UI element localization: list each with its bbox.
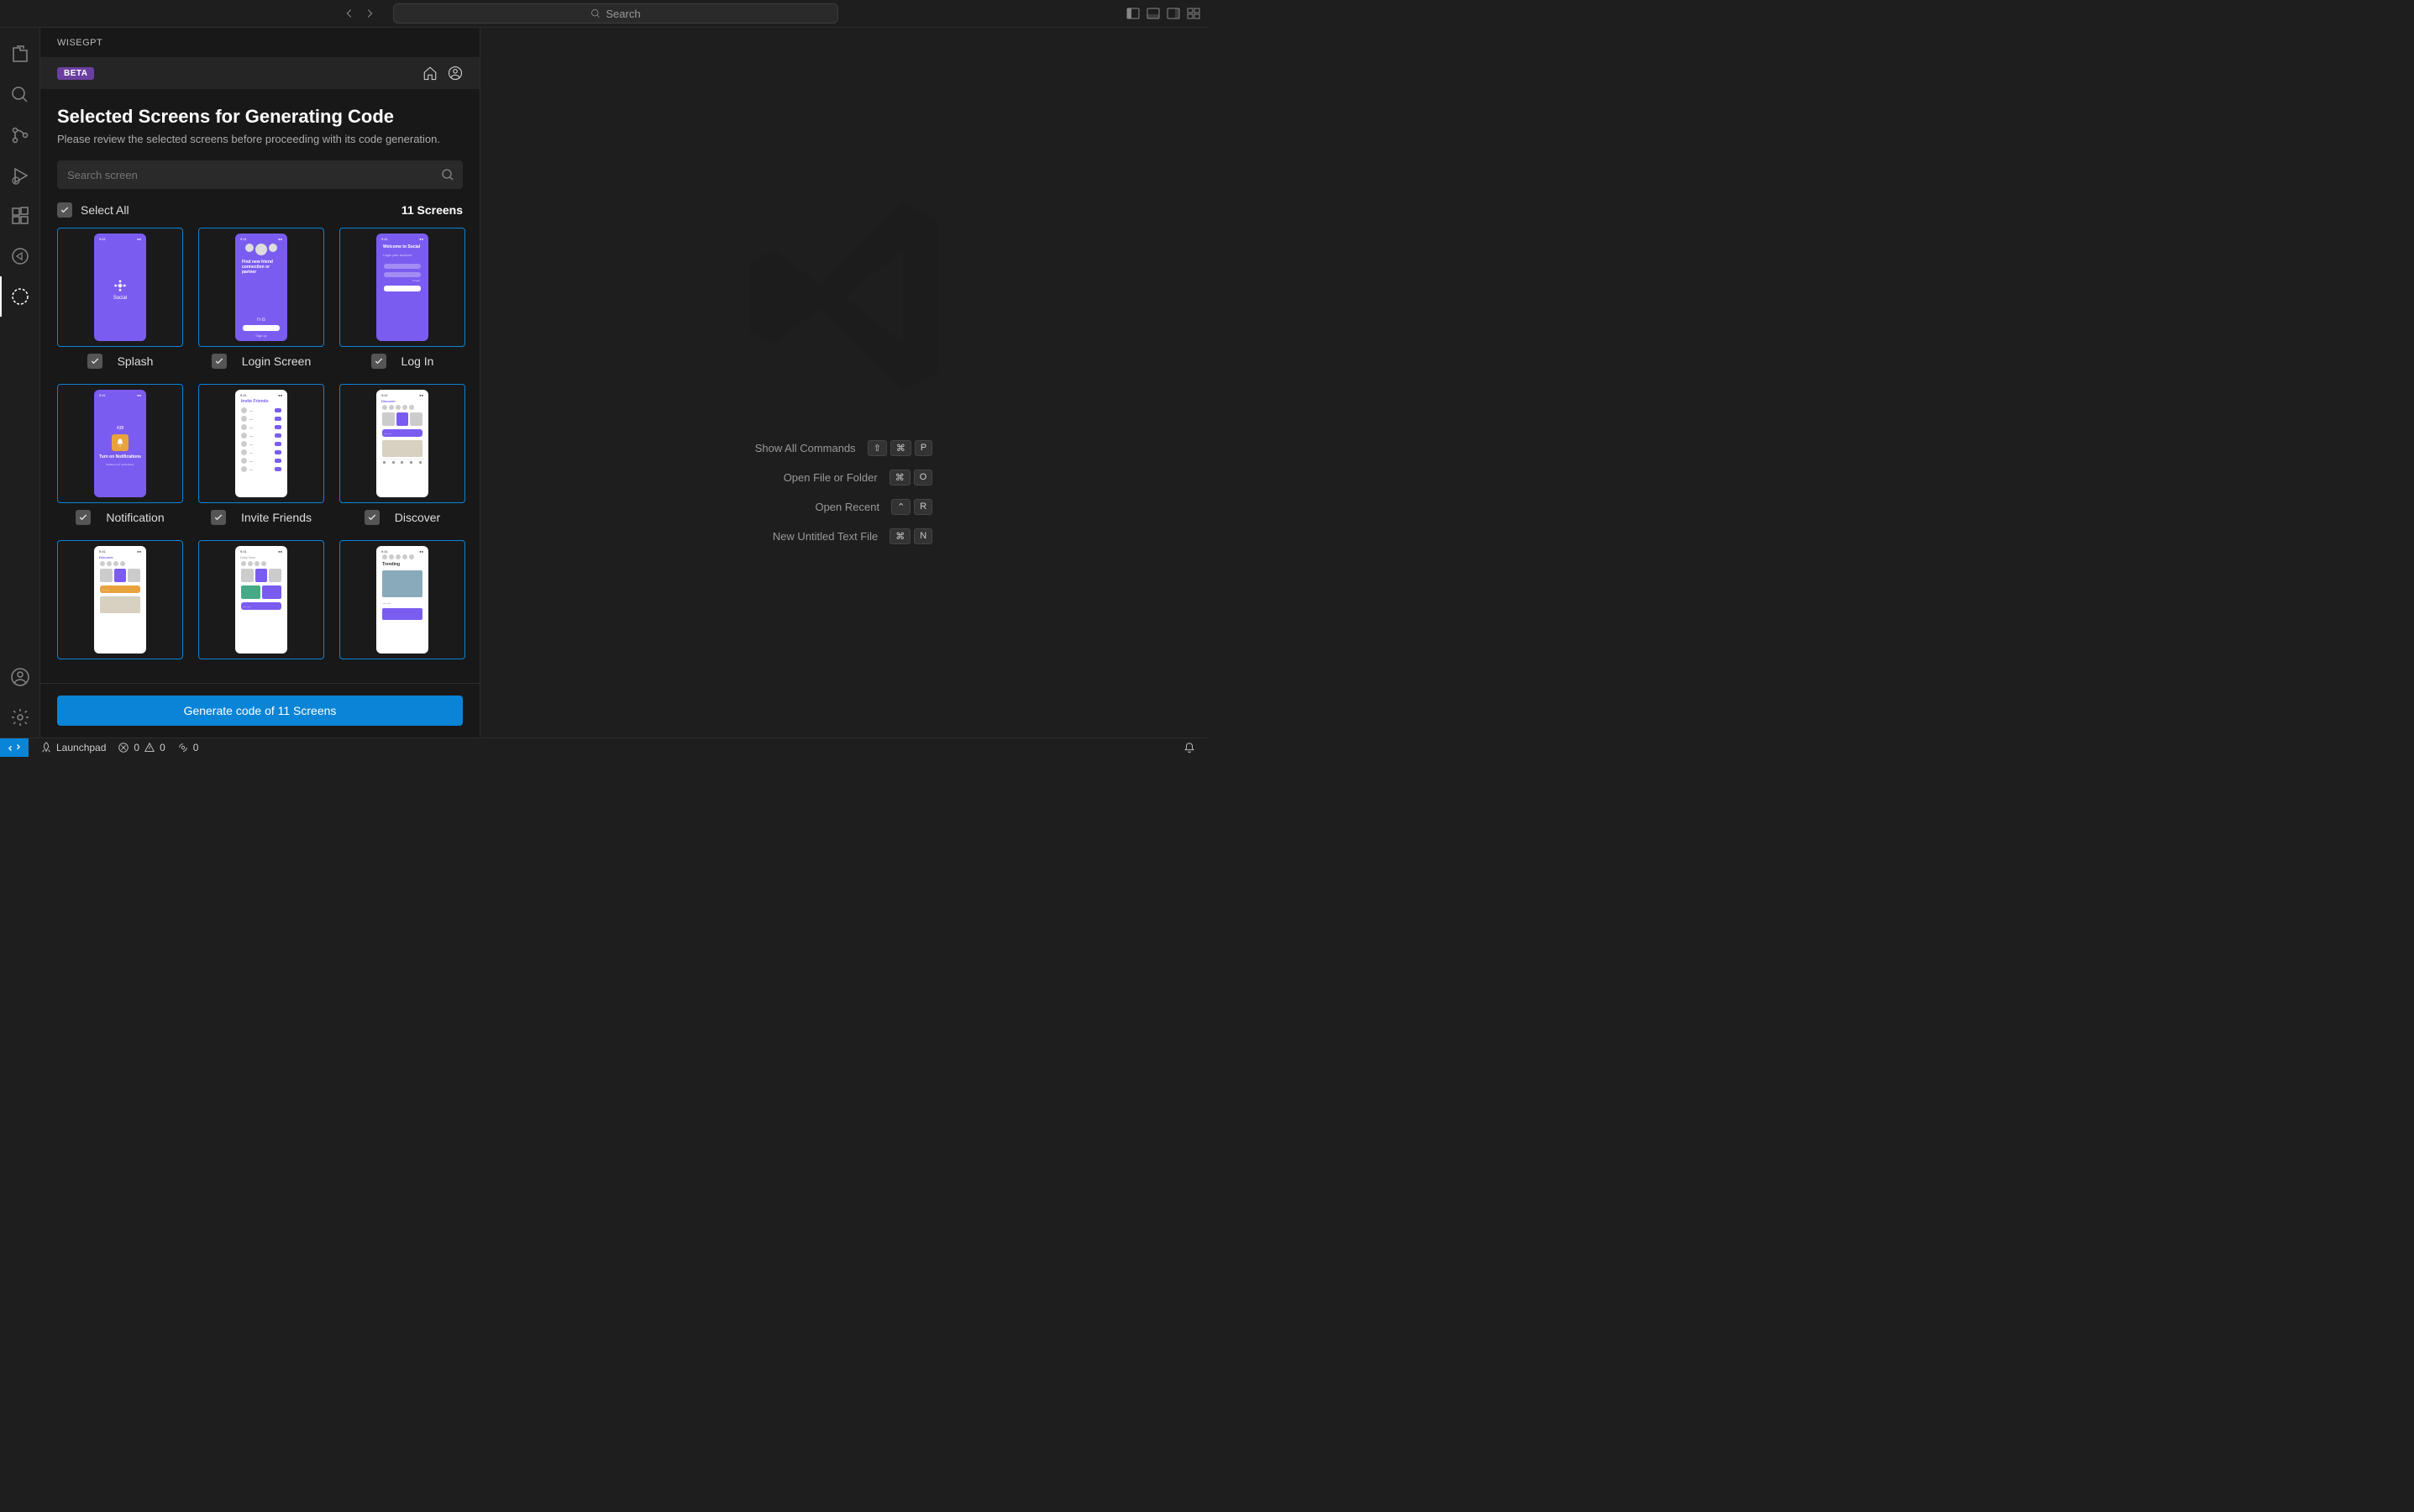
screen-checkbox[interactable] — [212, 354, 227, 369]
screen-thumbnail[interactable]: 9:41●● Find new friend connection or par… — [198, 228, 324, 347]
source-control-icon[interactable] — [0, 115, 40, 155]
screen-label: Discover — [395, 511, 440, 524]
ports-icon — [177, 742, 189, 753]
extension-custom-icon[interactable] — [0, 236, 40, 276]
warning-icon — [144, 742, 155, 753]
search-activity-icon[interactable] — [0, 75, 40, 115]
nav-forward-icon[interactable] — [363, 7, 376, 20]
select-all-checkbox[interactable] — [57, 202, 72, 218]
sidebar-panel: WISEGPT BETA Selected Screens for Genera… — [40, 28, 480, 738]
toggle-secondary-sidebar-icon[interactable] — [1167, 7, 1180, 20]
problems-status[interactable]: 0 0 — [118, 742, 165, 753]
status-bar: Launchpad 0 0 0 — [0, 738, 1207, 756]
screen-item-partial-2: 9:41●● Daily New — — — [198, 540, 324, 659]
sidebar-title: WISEGPT — [40, 28, 480, 57]
nav-back-icon[interactable] — [343, 7, 356, 20]
screen-thumbnail[interactable]: 9:41●● Invite Friends — — — — — — — — — [198, 384, 324, 503]
screen-checkbox[interactable] — [371, 354, 386, 369]
toggle-panel-icon[interactable] — [1147, 7, 1160, 20]
screen-label: Login Screen — [242, 354, 312, 368]
editor-area: Show All Commands ⇧⌘P Open File or Folde… — [480, 28, 1207, 738]
screen-checkbox[interactable] — [87, 354, 102, 369]
search-screen-icon — [441, 168, 454, 181]
customize-layout-icon[interactable] — [1187, 7, 1200, 20]
screen-item-partial-3: 9:41●● Trending — — — [339, 540, 465, 659]
screen-item-invite-friends: 9:41●● Invite Friends — — — — — — — — — [198, 384, 324, 525]
screen-label: Invite Friends — [241, 511, 312, 524]
beta-badge: BETA — [57, 67, 94, 80]
screen-item-notification: 9:41●● 438 Turn on Notifications Enable … — [57, 384, 183, 525]
page-subheading: Please review the selected screens befor… — [57, 133, 463, 145]
command-center-search[interactable]: Search — [393, 3, 838, 24]
search-placeholder: Search — [606, 8, 640, 20]
settings-gear-icon[interactable] — [0, 697, 40, 738]
screen-thumbnail[interactable]: 9:41●● Social — [57, 228, 183, 347]
remote-button[interactable] — [0, 738, 29, 757]
screen-item-login-screen: 9:41●● Find new friend connection or par… — [198, 228, 324, 369]
accounts-icon[interactable] — [0, 657, 40, 697]
screen-checkbox[interactable] — [76, 510, 91, 525]
screen-item-login: 9:41●● Welcome to Social Login your acco… — [339, 228, 465, 369]
screen-label: Log In — [401, 354, 434, 368]
ports-status[interactable]: 0 — [177, 742, 199, 753]
search-screen-input[interactable] — [67, 169, 453, 181]
run-debug-icon[interactable] — [0, 155, 40, 196]
screen-thumbnail[interactable]: 9:41●● Discover — — — [57, 540, 183, 659]
bell-status-icon — [1183, 742, 1195, 753]
explorer-icon[interactable] — [0, 34, 40, 75]
screen-thumbnail[interactable]: 9:41●● Daily New — — — [198, 540, 324, 659]
user-icon[interactable] — [448, 66, 463, 81]
activity-bar — [0, 28, 40, 738]
title-bar: Search — [0, 0, 1207, 28]
screen-label: Notification — [106, 511, 164, 524]
screen-item-partial-1: 9:41●● Discover — — — [57, 540, 183, 659]
screen-item-discover: 9:41●● Discover — — Discover — [339, 384, 465, 525]
generate-button[interactable]: Generate code of 11 Screens — [57, 696, 463, 726]
cmd-show-all[interactable]: Show All Commands ⇧⌘P — [755, 440, 933, 456]
screen-item-splash: 9:41●● Social Splash — [57, 228, 183, 369]
cmd-open-file[interactable]: Open File or Folder ⌘O — [784, 470, 933, 486]
home-icon[interactable] — [422, 66, 438, 81]
cmd-new-file[interactable]: New Untitled Text File ⌘N — [773, 528, 932, 544]
search-screen-field[interactable] — [57, 160, 463, 189]
panel-header: BETA — [40, 57, 480, 89]
screen-thumbnail[interactable]: 9:41●● Trending — — — [339, 540, 465, 659]
screens-grid: 9:41●● Social Splash — [57, 228, 463, 659]
vscode-logo-icon — [727, 179, 962, 414]
rocket-icon — [40, 742, 52, 753]
notifications-bell[interactable] — [1183, 742, 1195, 753]
welcome-commands: Show All Commands ⇧⌘P Open File or Folde… — [755, 440, 933, 544]
wisegpt-activity-icon[interactable] — [0, 276, 40, 317]
bell-icon — [112, 434, 129, 451]
cmd-open-recent[interactable]: Open Recent ⌃R — [815, 499, 932, 515]
screen-checkbox[interactable] — [365, 510, 380, 525]
screen-thumbnail[interactable]: 9:41●● Discover — — — [339, 384, 465, 503]
screen-label: Splash — [118, 354, 154, 368]
error-icon — [118, 742, 129, 753]
toggle-primary-sidebar-icon[interactable] — [1126, 7, 1140, 20]
screen-thumbnail[interactable]: 9:41●● 438 Turn on Notifications Enable … — [57, 384, 183, 503]
page-heading: Selected Screens for Generating Code — [57, 106, 463, 128]
select-all-label: Select All — [81, 203, 129, 217]
screen-count: 11 Screens — [401, 203, 463, 217]
screen-checkbox[interactable] — [211, 510, 226, 525]
screen-thumbnail[interactable]: 9:41●● Welcome to Social Login your acco… — [339, 228, 465, 347]
search-icon — [590, 8, 601, 18]
extensions-icon[interactable] — [0, 196, 40, 236]
launchpad-status[interactable]: Launchpad — [40, 742, 106, 753]
